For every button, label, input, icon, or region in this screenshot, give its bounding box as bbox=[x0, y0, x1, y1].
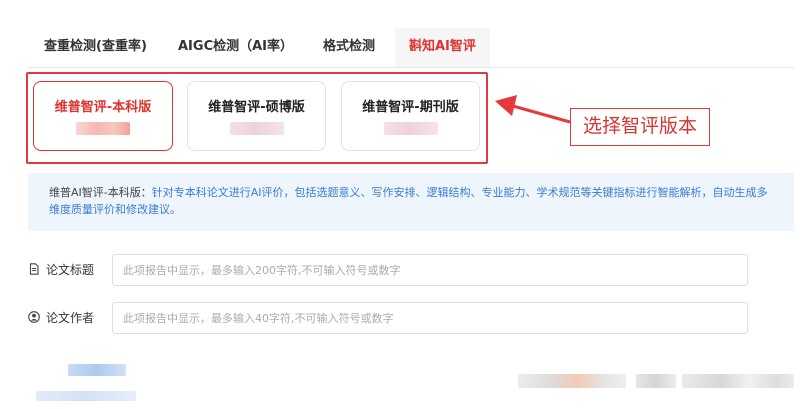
tab-bar: 查重检测(查重率) AIGC检测（AI率） 格式检测 斟知AI智评 bbox=[28, 28, 794, 68]
blurred-price bbox=[76, 122, 130, 135]
tab-plagiarism-check[interactable]: 查重检测(查重率) bbox=[30, 28, 161, 67]
version-card-title: 维普智评-硕博版 bbox=[208, 100, 305, 115]
blurred-content bbox=[36, 391, 136, 401]
tab-aigc-check[interactable]: AIGC检测（AI率） bbox=[164, 28, 307, 67]
blurred-price bbox=[383, 122, 438, 135]
description-label: 维普AI智评-本科版： bbox=[49, 186, 152, 199]
author-label: 论文作者 bbox=[46, 311, 95, 325]
thesis-title-input[interactable] bbox=[112, 254, 748, 286]
version-card-undergraduate[interactable]: 维普智评-本科版 bbox=[33, 81, 173, 151]
version-card-graduate[interactable]: 维普智评-硕博版 bbox=[187, 81, 326, 151]
blurred-content bbox=[636, 374, 676, 388]
tab-format-check[interactable]: 格式检测 bbox=[309, 28, 389, 67]
title-label: 论文标题 bbox=[46, 263, 95, 277]
annotation-callout: 选择智评版本 bbox=[570, 108, 710, 146]
blurred-content bbox=[518, 374, 626, 388]
version-card-journal[interactable]: 维普智评-期刊版 bbox=[341, 81, 480, 151]
blurred-content bbox=[68, 364, 126, 376]
blurred-content bbox=[682, 374, 794, 388]
tab-ai-review[interactable]: 斟知AI智评 bbox=[395, 28, 490, 67]
annotation-arrow-icon bbox=[495, 95, 571, 124]
blurred-price bbox=[229, 122, 284, 135]
version-description: 维普AI智评-本科版：针对专本科论文进行AI评价，包括选题意义、写作安排、逻辑结… bbox=[28, 173, 794, 231]
form-row-title: 论文标题 bbox=[28, 254, 794, 286]
version-card-title: 维普智评-本科版 bbox=[54, 100, 152, 115]
user-icon bbox=[28, 311, 40, 323]
document-icon bbox=[29, 263, 39, 275]
form-row-author: 论文作者 bbox=[28, 302, 794, 334]
description-text: 针对专本科论文进行AI评价，包括选题意义、写作安排、逻辑结构、专业能力、学术规范… bbox=[49, 186, 768, 216]
thesis-author-input[interactable] bbox=[112, 302, 748, 334]
version-card-title: 维普智评-期刊版 bbox=[362, 100, 459, 115]
callout-text: 选择智评版本 bbox=[582, 115, 697, 137]
